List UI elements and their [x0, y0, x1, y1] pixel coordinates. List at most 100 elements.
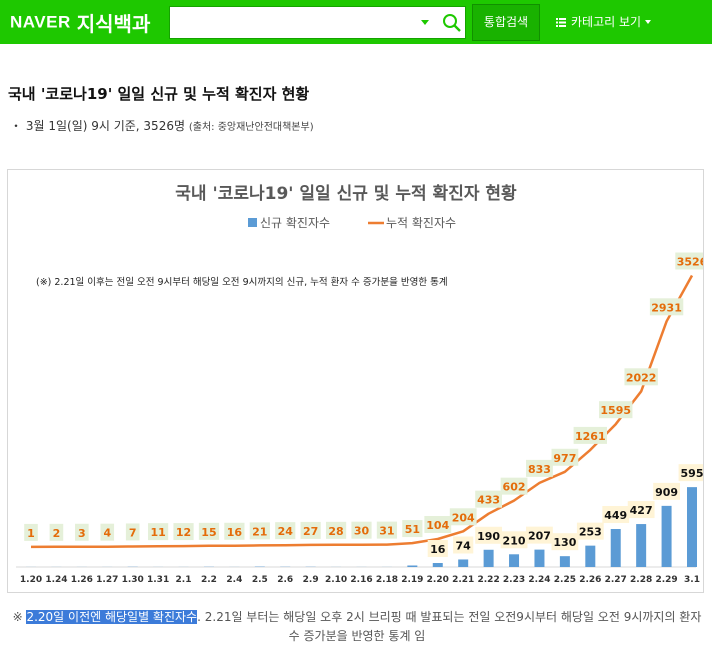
search-input[interactable] — [176, 11, 420, 36]
new-cases-data-label: 190 — [477, 530, 500, 543]
x-tick-label: 2.9 — [303, 575, 319, 585]
new-cases-data-label: 210 — [503, 534, 526, 547]
bar-new-cases — [636, 524, 647, 567]
new-cases-data-label: 595 — [681, 467, 703, 480]
x-tick-label: 1.30 — [122, 575, 144, 585]
cumulative-data-label: 104 — [426, 519, 449, 532]
chevron-down-icon — [645, 20, 652, 24]
x-tick-label: 2.10 — [325, 575, 347, 585]
chart-annotation: (※) 2.21일 이후는 전일 오전 9시부터 해당일 오전 9시까지의 신규… — [36, 276, 448, 288]
bar-new-cases — [432, 563, 443, 567]
cumulative-data-label: 977 — [553, 452, 576, 465]
cumulative-data-label: 1595 — [600, 404, 631, 417]
service-name: 지식백과 — [76, 12, 151, 36]
legend-new-cases-label: 신규 확진자수 — [260, 216, 330, 230]
naver-logo[interactable]: NAVER 지식백과 — [10, 8, 150, 37]
legend-new-cases-swatch — [248, 218, 257, 227]
cumulative-data-label: 2931 — [651, 301, 682, 314]
logo-text: NAVER — [10, 12, 71, 32]
x-tick-label: 2.20 — [427, 575, 449, 585]
cumulative-data-label: 11 — [150, 526, 165, 539]
cumulative-data-label: 1261 — [575, 430, 606, 443]
x-tick-label: 2.23 — [503, 575, 525, 585]
cumulative-data-label: 2 — [53, 527, 61, 540]
cumulative-data-label: 433 — [477, 494, 500, 507]
cumulative-data-label: 1 — [27, 527, 35, 540]
x-tick-label: 2.1 — [176, 575, 192, 585]
x-tick-label: 2.16 — [350, 575, 372, 585]
footnote-highlighted-text: 2.20일 이전엔 해당일별 확진자수 — [26, 610, 198, 624]
x-tick-label: 2.24 — [528, 575, 550, 585]
new-cases-data-label: 253 — [579, 526, 602, 539]
new-cases-data-label: 130 — [553, 536, 576, 549]
page-title: 국내 '코로나19' 일일 신규 및 누적 확진자 현황 — [8, 85, 310, 103]
search-icon[interactable] — [442, 13, 462, 33]
cumulative-data-label: 12 — [176, 526, 191, 539]
bar-new-cases — [610, 529, 621, 567]
bar-new-cases — [534, 549, 545, 567]
cumulative-data-label: 15 — [201, 526, 216, 539]
chart-image[interactable]: 국내 '코로나19' 일일 신규 및 누적 확진자 현황 신규 확진자수 누적 확진… — [7, 169, 709, 593]
source-text: (출처: 중앙재난안전대책본부) — [188, 122, 314, 133]
footnote-mark: ※ — [12, 610, 27, 624]
x-tick-label: 1.24 — [45, 575, 67, 585]
x-tick-label: 2.6 — [277, 575, 293, 585]
new-cases-data-label: 16 — [430, 543, 446, 556]
x-tick-label: 2.27 — [605, 575, 627, 585]
bullet-dot: ・ — [10, 119, 23, 133]
bar-new-cases — [407, 565, 418, 567]
cumulative-data-label: 2022 — [626, 371, 657, 384]
x-tick-label: 2.21 — [452, 575, 474, 585]
x-tick-label: 1.31 — [147, 575, 169, 585]
x-tick-label: 2.19 — [401, 575, 423, 585]
cumulative-data-label: 7 — [129, 526, 137, 539]
chart-title: 국내 '코로나19' 일일 신규 및 누적 확진자 현황 — [175, 184, 517, 204]
bar-new-cases — [559, 556, 570, 567]
cumulative-data-label: 30 — [354, 525, 370, 538]
bar-new-cases — [458, 559, 469, 567]
x-tick-label: 2.4 — [226, 575, 242, 585]
cumulative-data-label: 28 — [328, 525, 343, 538]
category-menu-label: 카테고리 보기 — [571, 15, 642, 29]
summary-text: 3월 1일(일) 9시 기준, 3526명 — [25, 119, 186, 133]
footnote: ※ 2.20일 이전엔 해당일별 확진자수. 2.21일 부터는 해당일 오후 … — [10, 608, 704, 646]
x-tick-label: 2.29 — [655, 575, 677, 585]
search-dropdown-arrow-icon[interactable] — [421, 20, 429, 25]
new-cases-data-label: 207 — [528, 530, 551, 543]
bar-new-cases — [585, 545, 596, 567]
cumulative-data-label: 21 — [252, 525, 267, 538]
x-tick-label: 1.26 — [71, 575, 93, 585]
cumulative-data-label: 204 — [452, 511, 475, 524]
line-cumulative — [30, 274, 694, 549]
cumulative-data-label: 3 — [78, 527, 86, 540]
bar-new-cases — [687, 487, 697, 567]
cumulative-data-label: 833 — [528, 463, 551, 476]
x-tick-label: 1.20 — [20, 575, 42, 585]
chart-svg: 국내 '코로나19' 일일 신규 및 누적 확진자 현황신규 확진자수 누적 확진… — [16, 184, 709, 585]
x-tick-label: 2.18 — [376, 575, 398, 585]
search-box — [169, 6, 466, 39]
x-tick-label: 3.1 — [684, 575, 700, 585]
list-icon — [556, 18, 566, 27]
cumulative-data-label: 27 — [303, 525, 318, 538]
new-cases-data-label: 427 — [630, 504, 653, 517]
top-navigation-bar: NAVER 지식백과 통합검색 카테고리 보기 — [0, 0, 712, 44]
cumulative-data-label: 24 — [278, 525, 294, 538]
cumulative-data-label: 4 — [103, 527, 111, 540]
bar-new-cases — [483, 549, 494, 567]
new-cases-data-label: 449 — [604, 509, 627, 522]
category-menu-button[interactable]: 카테고리 보기 — [556, 13, 652, 30]
cumulative-data-label: 51 — [405, 523, 420, 536]
x-tick-label: 2.2 — [201, 575, 217, 585]
cumulative-data-label: 31 — [379, 525, 394, 538]
footnote-text: . 2.21일 부터는 해당일 오후 2시 브리핑 때 발표되는 전일 오전9시… — [197, 610, 702, 643]
cumulative-data-label: 16 — [227, 526, 243, 539]
x-tick-label: 2.26 — [579, 575, 601, 585]
integrated-search-button[interactable]: 통합검색 — [472, 4, 540, 41]
new-cases-data-label: 74 — [456, 539, 472, 552]
cumulative-data-label: 3526 — [677, 255, 703, 268]
x-tick-label: 2.28 — [630, 575, 652, 585]
cumulative-data-label: 602 — [503, 481, 526, 494]
new-cases-data-label: 909 — [655, 486, 678, 499]
x-tick-label: 2.22 — [478, 575, 500, 585]
